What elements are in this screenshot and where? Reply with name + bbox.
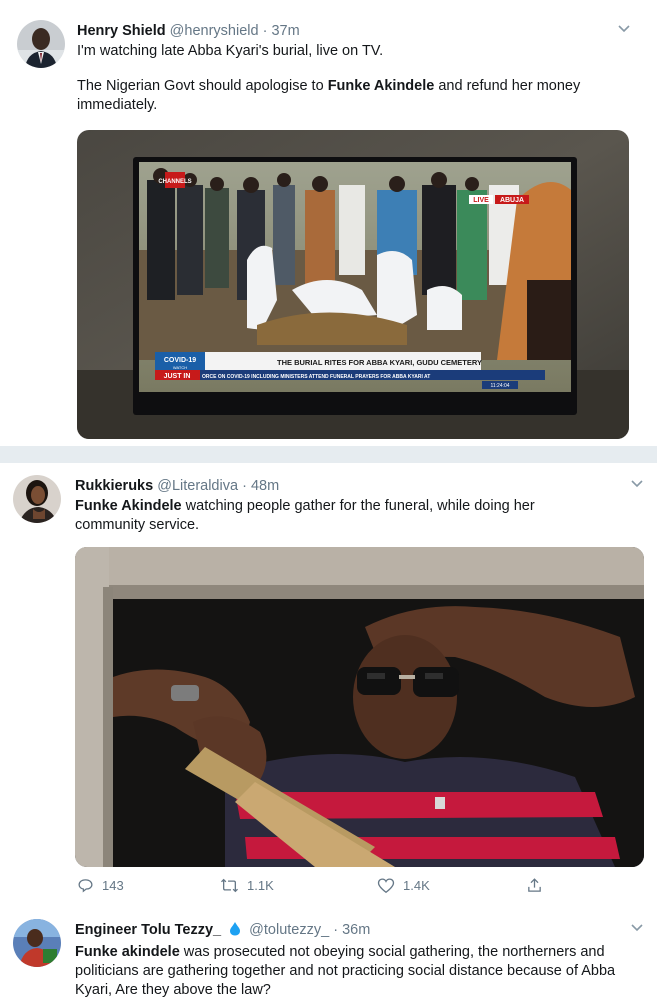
avatar[interactable] xyxy=(13,919,61,967)
tweet-line: The Nigerian Govt should apologise to Fu… xyxy=(77,77,637,115)
like-icon xyxy=(377,878,395,894)
covid-tag: COVID-19 xyxy=(164,357,196,364)
timestamp[interactable]: 48m xyxy=(251,478,279,494)
share-icon xyxy=(528,878,541,892)
mention-bold: Funke akindele xyxy=(75,944,180,960)
user-handle[interactable]: @Literaldiva xyxy=(157,478,238,494)
covid-sub: WATCH xyxy=(173,365,187,370)
reply-icon xyxy=(78,879,93,893)
timestamp[interactable]: 36m xyxy=(342,922,370,938)
display-name[interactable]: Engineer Tolu Tezzy_ xyxy=(75,922,221,938)
tweet-text: I'm watching late Abba Kyari's burial, l… xyxy=(77,42,637,115)
ticker-clock: 11:24:04 xyxy=(490,383,509,389)
retweet-icon xyxy=(220,878,239,893)
channel-logo: CHANNELS xyxy=(158,179,191,185)
timestamp[interactable]: 37m xyxy=(271,23,299,39)
verified-icon xyxy=(230,922,241,936)
share-button[interactable] xyxy=(526,877,543,894)
location-label: ABUJA xyxy=(500,197,524,204)
tweet-photo[interactable] xyxy=(75,547,644,867)
tweet-photo[interactable]: CHANNELS LIVE ABUJA COVID-19 WATCH THE B… xyxy=(77,130,629,439)
like-button[interactable]: 1.4K xyxy=(377,877,430,894)
mention-bold: Funke Akindele xyxy=(75,498,182,514)
tweet-line: Funke Akindele watching people gather fo… xyxy=(75,497,595,535)
reply-button[interactable]: 143 xyxy=(77,877,124,894)
chevron-down-icon[interactable] xyxy=(630,479,644,489)
tweet-line: Funke akindele was prosecuted not obeyin… xyxy=(75,943,643,1000)
chevron-down-icon[interactable] xyxy=(630,923,644,933)
user-handle[interactable]: @tolutezzy_ xyxy=(249,922,329,938)
separator: · xyxy=(262,23,268,39)
tweet-text: Funke akindele was prosecuted not obeyin… xyxy=(75,943,643,1000)
tweet-card[interactable]: Henry Shield @henryshield · 37m I'm watc… xyxy=(0,0,657,446)
retweet-button[interactable]: 1.1K xyxy=(220,877,274,894)
display-name[interactable]: Henry Shield xyxy=(77,23,166,39)
tweet-text: Funke Akindele watching people gather fo… xyxy=(75,497,595,535)
news-ticker: ORCE ON COVID-19 INCLUDING MINISTERS ATT… xyxy=(202,374,430,380)
tweet-line: I'm watching late Abba Kyari's burial, l… xyxy=(77,43,384,59)
like-count: 1.4K xyxy=(403,878,430,893)
lower-third-title: THE BURIAL RITES FOR ABBA KYARI, GUDU CE… xyxy=(277,358,482,367)
chevron-down-icon[interactable] xyxy=(617,24,631,34)
tweet-header: Rukkieruks @Literaldiva · 48m xyxy=(75,477,279,495)
separator: · xyxy=(333,922,339,938)
reply-count: 143 xyxy=(102,878,124,893)
text-span: The Nigerian Govt should apologise to xyxy=(77,78,328,94)
mention-bold: Funke Akindele xyxy=(327,78,435,94)
live-badge: LIVE xyxy=(473,197,489,204)
user-handle[interactable]: @henryshield xyxy=(170,23,259,39)
tweet-header: Engineer Tolu Tezzy_ @tolutezzy_ · 36m xyxy=(75,921,370,939)
tweet-card[interactable]: Rukkieruks @Literaldiva · 48m Funke Akin… xyxy=(0,463,657,909)
avatar[interactable] xyxy=(13,475,61,523)
tweet-card[interactable]: Engineer Tolu Tezzy_ @tolutezzy_ · 36m F… xyxy=(0,907,657,1006)
tweet-actions: 143 1.1K 1.4K xyxy=(75,877,644,897)
retweet-count: 1.1K xyxy=(247,878,274,893)
tweet-header: Henry Shield @henryshield · 37m xyxy=(77,22,300,40)
separator: · xyxy=(242,478,247,494)
just-in-badge: JUST IN xyxy=(164,373,191,380)
avatar[interactable] xyxy=(17,20,65,68)
display-name[interactable]: Rukkieruks xyxy=(75,478,153,494)
